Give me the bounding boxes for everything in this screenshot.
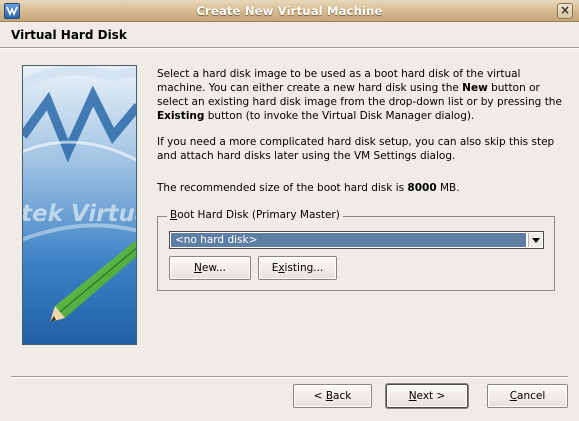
recommended-size-text: The recommended size of the boot hard di… (157, 181, 562, 195)
description-text: The recommended size of the boot hard di… (157, 182, 408, 194)
back-button[interactable]: < Back (293, 384, 372, 408)
new-keyword: New (462, 82, 488, 94)
description-paragraph-1: Select a hard disk image to be used as a… (157, 67, 562, 123)
hard-disk-select[interactable]: <no hard disk> (169, 231, 544, 249)
button-label: ack (333, 390, 352, 402)
description-text: button (to invoke the Virtual Disk Manag… (204, 110, 475, 122)
next-button[interactable]: Next > (386, 384, 468, 408)
boot-hard-disk-label: Boot Hard Disk (Primary Master) (167, 209, 343, 221)
button-label: ext > (416, 390, 446, 402)
button-label: < (313, 390, 326, 402)
button-label: ancel (517, 390, 546, 402)
mnemonic: C (509, 390, 518, 402)
chevron-down-icon[interactable] (528, 233, 542, 247)
page-title: Virtual Hard Disk (11, 28, 127, 42)
label-text: oot Hard Disk (Primary Master) (177, 209, 340, 221)
close-icon[interactable]: × (557, 3, 573, 19)
description-paragraph-2: If you need a more complicated hard disk… (157, 136, 555, 162)
button-label: isting... (284, 262, 324, 274)
footer-divider (11, 376, 568, 378)
wizard-side-image: tek Virtua (22, 65, 137, 345)
cancel-button[interactable]: Cancel (487, 384, 568, 408)
existing-disk-button[interactable]: Existing... (258, 256, 337, 280)
side-image-text: tek Virtua (23, 201, 137, 227)
recommended-size-value: 8000 (407, 182, 437, 194)
mnemonic: N (408, 390, 417, 402)
boot-hard-disk-group: Boot Hard Disk (Primary Master) <no hard… (157, 209, 555, 291)
mnemonic: B (325, 390, 334, 402)
window-title: Create New Virtual Machine (196, 4, 383, 18)
mnemonic: N (194, 262, 202, 274)
existing-keyword: Existing (157, 110, 205, 122)
header-divider (0, 47, 579, 49)
title-bar[interactable]: Create New Virtual Machine × (0, 0, 579, 22)
hard-disk-select-value: <no hard disk> (171, 233, 526, 247)
description-text: MB. (436, 182, 460, 194)
new-disk-button[interactable]: New... (169, 256, 251, 280)
page-header: Virtual Hard Disk (0, 22, 579, 48)
button-label: ew... (201, 262, 226, 274)
